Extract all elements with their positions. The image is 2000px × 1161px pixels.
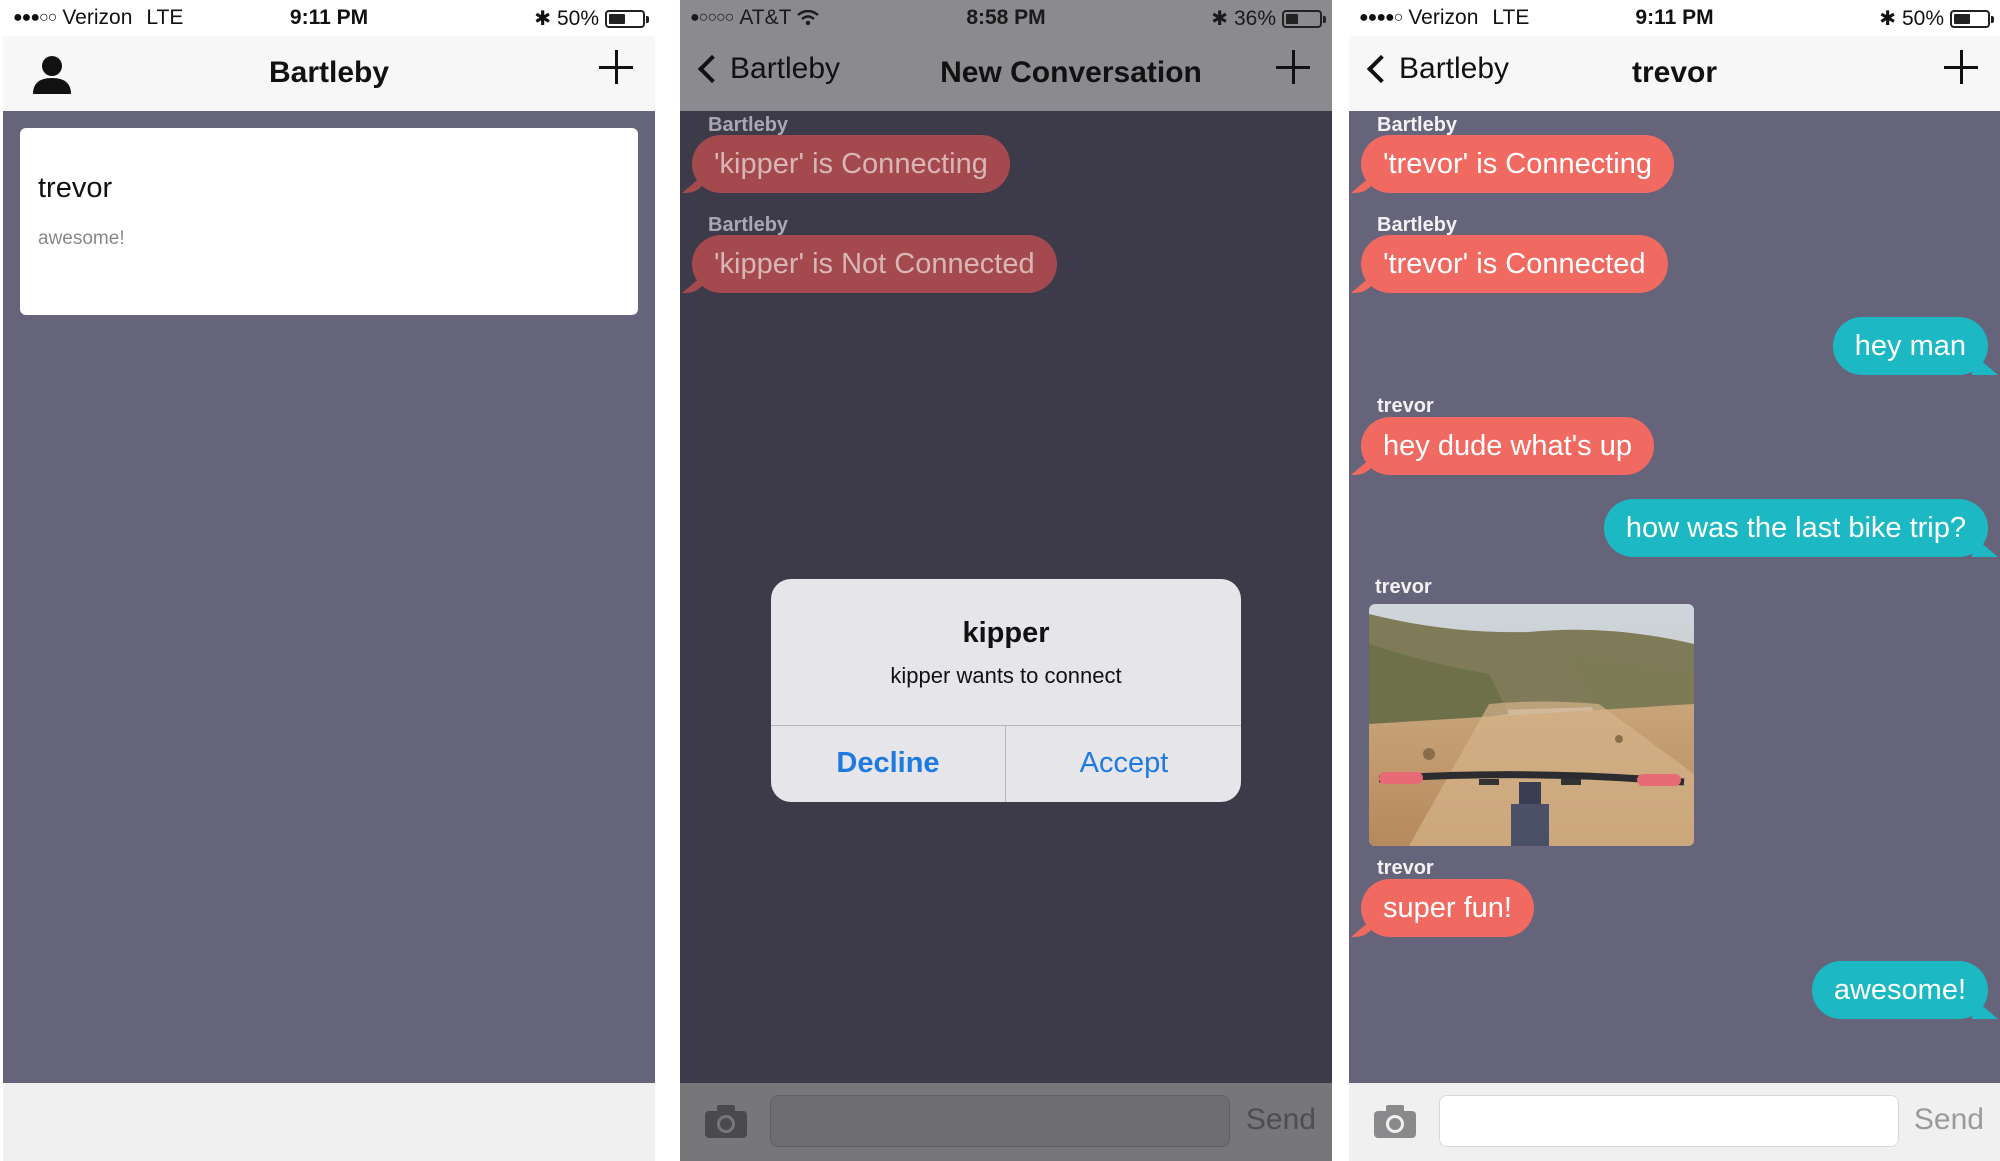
alert-message: kipper wants to connect — [890, 663, 1122, 688]
phone-new-conversation: ●○○○○ AT&T 8:58 PM ✱ 36% Bartleby New Co… — [680, 0, 1332, 1161]
conversation-list: trevor awesome! — [3, 111, 655, 1083]
message-bubble-outgoing: how was the last bike trip? — [1603, 499, 1988, 557]
composer-bar: Send — [1349, 1083, 2000, 1161]
plus-icon[interactable] — [599, 50, 633, 84]
message-bubble-incoming: hey dude what's up — [1361, 417, 1654, 475]
alert-title: kipper — [962, 617, 1050, 649]
composer-bar: Send — [680, 1083, 1332, 1161]
message-sender: Bartleby — [1377, 114, 1458, 136]
back-chevron-icon — [697, 54, 727, 84]
message-sender: Bartleby — [1377, 214, 1458, 236]
battery-percent: 50% — [556, 6, 599, 30]
message-sender: Bartleby — [708, 114, 789, 136]
battery-icon — [1950, 9, 1994, 28]
decline-button[interactable]: Decline — [771, 725, 1005, 802]
conversation-card[interactable]: trevor awesome! — [20, 128, 638, 315]
bike-trail-photo — [1369, 604, 1694, 846]
message-list: Bartleby 'kipper' is Connecting Bartleby… — [680, 111, 1332, 1083]
page-title: trevor — [1631, 56, 1718, 89]
plus-icon[interactable] — [1944, 50, 1978, 84]
message-bubble-incoming: 'trevor' is Connected — [1361, 235, 1668, 293]
status-bar: ●○○○○ AT&T 8:58 PM ✱ 36% — [680, 0, 1332, 36]
bluetooth-icon: ✱ — [534, 8, 551, 30]
connect-alert: kipper kipper wants to connect Decline A… — [771, 579, 1241, 802]
message-list: Bartleby 'trevor' is Connecting Bartleby… — [1349, 111, 2000, 1083]
phone-chat-trevor: ●●●●○ Verizon LTE 9:11 PM ✱ 50% Bartleby… — [1349, 0, 2000, 1161]
status-bar: ●●●●○ Verizon LTE 9:11 PM ✱ 50% — [1349, 0, 2000, 36]
message-bubble-incoming: 'trevor' is Connecting — [1361, 135, 1674, 193]
battery-icon — [1282, 9, 1326, 28]
message-sender: trevor — [1377, 395, 1434, 417]
message-input[interactable] — [1439, 1095, 1899, 1147]
message-sender: Bartleby — [708, 214, 789, 236]
battery-percent: 36% — [1233, 6, 1276, 30]
message-sender: trevor — [1377, 857, 1434, 879]
battery-fill — [1954, 13, 1970, 24]
alert-divider — [1005, 725, 1006, 802]
message-bubble-incoming: 'kipper' is Not Connected — [692, 235, 1057, 293]
bottom-bar — [3, 1083, 655, 1161]
status-bar: ●●●○○ Verizon LTE 9:11 PM ✱ 50% — [3, 0, 655, 36]
message-sender: trevor — [1375, 576, 1432, 598]
nav-bar: Bartleby New Conversation — [680, 36, 1332, 111]
accept-button[interactable]: Accept — [1007, 725, 1241, 802]
message-input[interactable] — [770, 1095, 1230, 1147]
message-bubble-outgoing: awesome! — [1811, 961, 1988, 1019]
photo-message[interactable] — [1369, 604, 1694, 846]
message-bubble-incoming: super fun! — [1361, 879, 1534, 937]
battery-icon — [605, 9, 649, 28]
battery-percent: 50% — [1901, 6, 1944, 30]
send-button[interactable]: Send — [1246, 1103, 1316, 1137]
conversation-preview: awesome! — [38, 228, 125, 249]
nav-bar: Bartleby — [3, 36, 655, 111]
conversation-name: trevor — [38, 172, 113, 204]
message-bubble-incoming: 'kipper' is Connecting — [692, 135, 1010, 193]
nav-bar: Bartleby trevor — [1349, 36, 2000, 111]
camera-icon[interactable] — [704, 1103, 748, 1139]
phone-conversation-list: ●●●○○ Verizon LTE 9:11 PM ✱ 50% Bartleby… — [3, 0, 655, 1161]
camera-icon[interactable] — [1373, 1103, 1417, 1139]
send-button[interactable]: Send — [1914, 1103, 1984, 1137]
page-title: New Conversation — [940, 56, 1202, 89]
battery-fill — [1286, 13, 1298, 24]
message-bubble-outgoing: hey man — [1832, 317, 1988, 375]
battery-fill — [609, 13, 625, 24]
bluetooth-icon: ✱ — [1211, 8, 1228, 30]
plus-icon[interactable] — [1276, 50, 1310, 84]
page-title: Bartleby — [268, 56, 390, 89]
bluetooth-icon: ✱ — [1879, 8, 1896, 30]
